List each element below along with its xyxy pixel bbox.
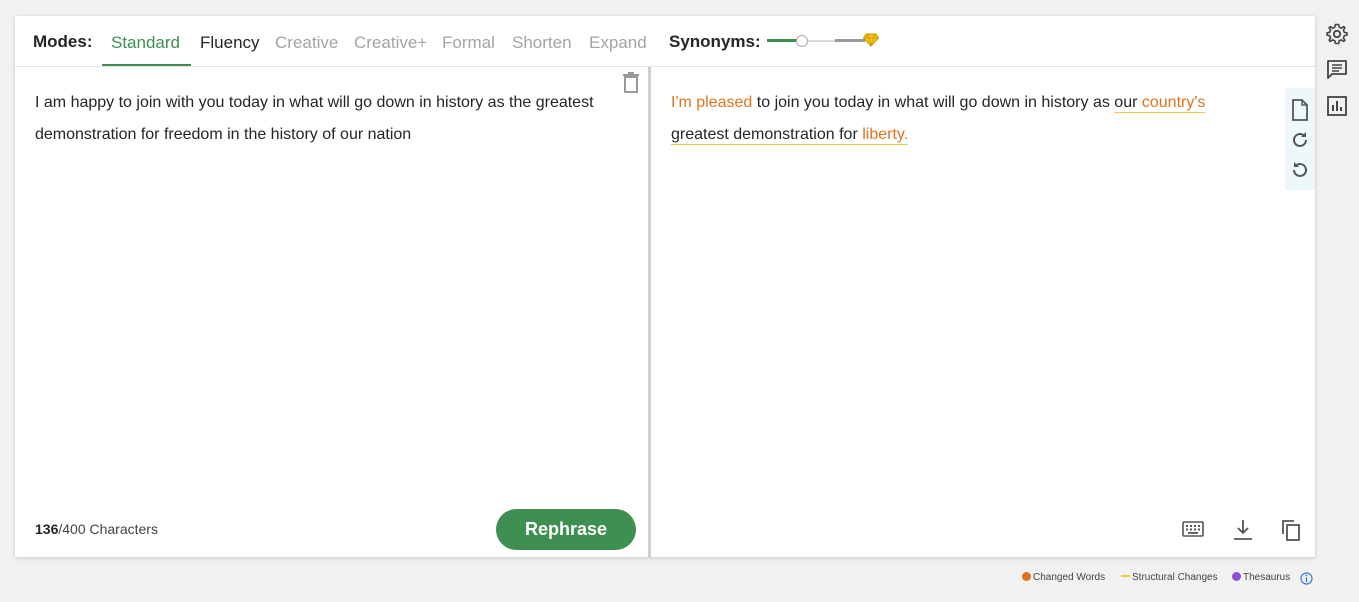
active-tab-indicator: [102, 64, 191, 66]
gear-icon[interactable]: [1326, 23, 1348, 45]
output-tools: [1285, 88, 1315, 190]
synonyms-label: Synonyms:: [669, 32, 761, 51]
comment-icon[interactable]: [1326, 59, 1348, 81]
tab-creative[interactable]: Creative: [275, 33, 338, 53]
paraphraser-card: Modes: Standard Fluency Creative Creativ…: [15, 16, 1315, 557]
document-icon[interactable]: [1290, 99, 1310, 121]
legend-structural-changes: Structural Changes: [1121, 572, 1218, 583]
changed-word[interactable]: I'm pleased: [671, 94, 752, 111]
structural-changes-line: [1121, 575, 1130, 577]
thesaurus-dot: [1232, 572, 1241, 581]
refresh-icon[interactable]: [1290, 130, 1310, 150]
structural-change[interactable]: greatest demonstration for: [671, 126, 863, 145]
statistics-icon[interactable]: [1326, 95, 1348, 117]
synonyms-slider-thumb[interactable]: [796, 35, 808, 47]
character-limit: /400 Characters: [58, 521, 158, 537]
modes-label: Modes:: [33, 32, 93, 51]
legend-thesaurus: Thesaurus: [1232, 572, 1290, 583]
trash-icon[interactable]: [622, 72, 640, 94]
tab-fluency[interactable]: Fluency: [200, 33, 260, 53]
output-text-segment: to join you today in what will go down i…: [752, 94, 1115, 111]
tab-standard[interactable]: Standard: [111, 33, 180, 53]
legend-thesaurus-label: Thesaurus: [1243, 572, 1291, 583]
panel-divider[interactable]: [648, 67, 651, 557]
legend-structural-label: Structural Changes: [1132, 572, 1218, 583]
changed-word[interactable]: liberty.: [862, 126, 909, 145]
copy-icon[interactable]: [1280, 518, 1302, 542]
input-text-area[interactable]: I am happy to join with you today in wha…: [35, 87, 595, 151]
structural-change[interactable]: our: [1114, 94, 1142, 113]
rephrase-button[interactable]: Rephrase: [496, 509, 636, 550]
character-count: 136/400 Characters: [35, 521, 158, 537]
output-text-area[interactable]: I'm pleased to join you today in what wi…: [671, 87, 1261, 151]
modes-bar: Modes: Standard Fluency Creative Creativ…: [15, 16, 1315, 67]
tab-expand[interactable]: Expand: [589, 33, 647, 53]
tab-shorten[interactable]: Shorten: [512, 33, 572, 53]
synonyms-slider[interactable]: [767, 33, 879, 48]
legend-changed-label: Changed Words: [1033, 572, 1106, 583]
legend-changed-words: Changed Words: [1022, 572, 1105, 583]
changed-words-dot: [1022, 572, 1031, 581]
character-count-value: 136: [35, 521, 59, 537]
tab-formal[interactable]: Formal: [442, 33, 495, 53]
diamond-icon: [863, 33, 879, 47]
info-icon[interactable]: [1300, 572, 1313, 585]
tab-creative-plus[interactable]: Creative+: [354, 33, 427, 53]
download-icon[interactable]: [1232, 518, 1254, 542]
undo-icon[interactable]: [1290, 160, 1310, 180]
changed-word[interactable]: country's: [1141, 94, 1206, 113]
keyboard-icon[interactable]: [1182, 521, 1204, 537]
